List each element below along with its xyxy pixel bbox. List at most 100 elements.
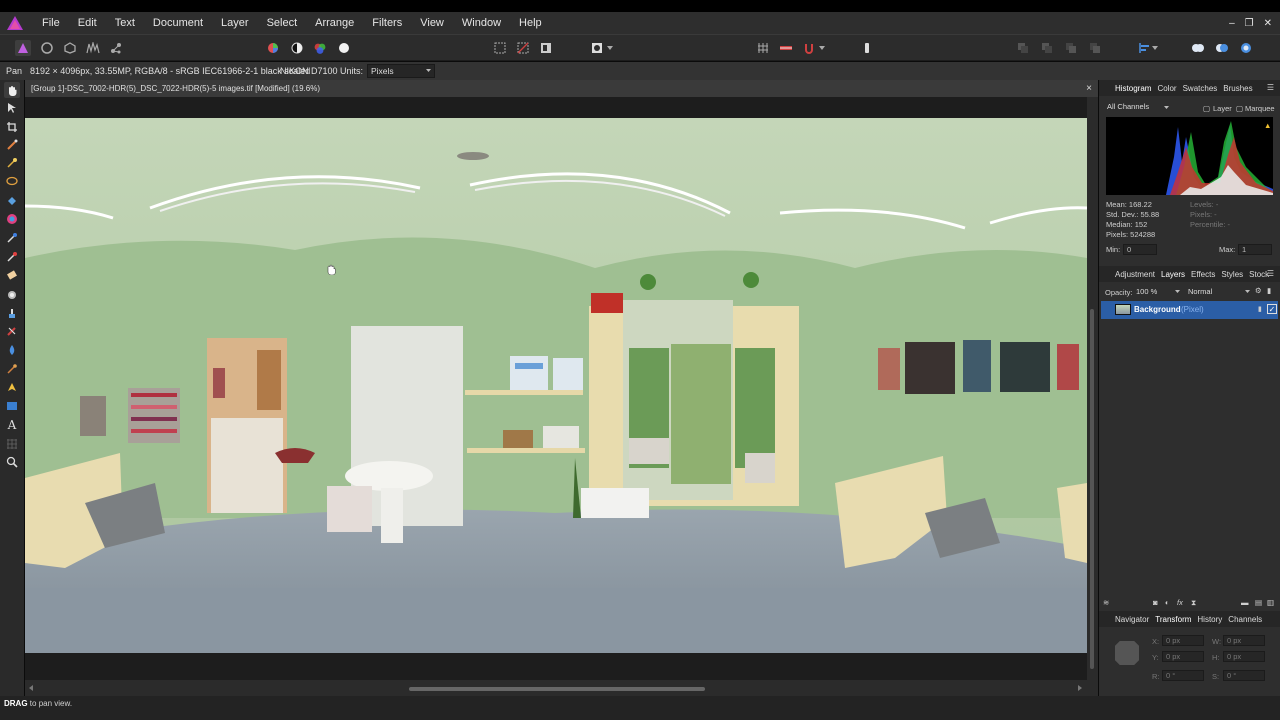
move-tool-icon[interactable] [4, 100, 20, 116]
tab-adjustment[interactable]: Adjustment [1115, 270, 1155, 279]
tab-effects[interactable]: Effects [1191, 270, 1215, 279]
y-field[interactable]: 0 px [1162, 651, 1204, 662]
smudge-tool-icon[interactable] [4, 361, 20, 377]
align-icon[interactable] [1136, 40, 1152, 56]
export-persona-icon[interactable] [108, 40, 124, 56]
menu-text[interactable]: Text [106, 12, 144, 34]
layer-row-background[interactable]: Background (Pixel) ▮ ✓ [1101, 301, 1278, 319]
color-picker-tool-icon[interactable] [4, 211, 20, 227]
menu-window[interactable]: Window [453, 12, 510, 34]
units-select[interactable]: Pixels [367, 64, 435, 78]
text-tool-icon[interactable]: A [4, 417, 20, 433]
deselect-icon[interactable] [515, 40, 531, 56]
x-field[interactable]: 0 px [1162, 635, 1204, 646]
vertical-scroll-thumb[interactable] [1090, 309, 1094, 669]
tab-color[interactable]: Color [1157, 84, 1176, 93]
boolean-intersect-icon[interactable] [1238, 40, 1254, 56]
menu-edit[interactable]: Edit [69, 12, 106, 34]
menu-file[interactable]: File [33, 12, 69, 34]
liquify-persona-icon[interactable] [39, 40, 55, 56]
pen-tool-icon[interactable] [4, 379, 20, 395]
canvas-area[interactable] [25, 97, 1087, 680]
affinity-photo-logo-icon[interactable] [7, 16, 23, 30]
auto-white-balance-icon[interactable] [336, 40, 352, 56]
freehand-select-tool-icon[interactable] [4, 174, 20, 190]
anchor-point-icon[interactable] [1115, 641, 1139, 665]
adjustment-layer-icon[interactable]: ◐ [1165, 598, 1170, 607]
arrange-back-icon[interactable] [1015, 40, 1031, 56]
auto-contrast-icon[interactable] [289, 40, 305, 56]
marquee-checkbox[interactable]: ▢ [1236, 104, 1243, 113]
rectangle-tool-icon[interactable] [4, 398, 20, 414]
live-filter-icon[interactable]: ⧗ [1191, 598, 1196, 608]
horizontal-scroll-thumb[interactable] [409, 687, 705, 691]
tab-transform[interactable]: Transform [1155, 615, 1191, 624]
gear-icon[interactable]: ⚙ [1255, 286, 1262, 295]
maximize-button[interactable]: ❐ [1245, 18, 1254, 29]
scroll-right-icon[interactable] [1078, 685, 1082, 691]
menu-document[interactable]: Document [144, 12, 212, 34]
pan-tool-icon[interactable] [4, 82, 20, 98]
align-dropdown-icon[interactable] [1151, 40, 1159, 56]
tab-swatches[interactable]: Swatches [1183, 84, 1218, 93]
red-eye-tool-icon[interactable] [4, 342, 20, 358]
mesh-warp-tool-icon[interactable] [4, 436, 20, 452]
snapping-magnet-icon[interactable] [801, 40, 817, 56]
menu-filters[interactable]: Filters [363, 12, 411, 34]
auto-colors-icon[interactable] [312, 40, 328, 56]
tab-brushes[interactable]: Brushes [1223, 84, 1252, 93]
flood-fill-tool-icon[interactable] [4, 193, 20, 209]
quick-mask-icon[interactable] [589, 40, 605, 56]
blend-mode-select[interactable]: Normal [1186, 286, 1252, 298]
min-field[interactable]: 0 [1123, 244, 1157, 255]
assistant-icon[interactable] [859, 40, 875, 56]
snapping-dropdown-icon[interactable] [818, 40, 826, 56]
menu-arrange[interactable]: Arrange [306, 12, 363, 34]
h-field[interactable]: 0 px [1223, 651, 1265, 662]
clone-brush-tool-icon[interactable] [4, 305, 20, 321]
fx-icon[interactable]: fx [1177, 598, 1183, 607]
dodge-brush-tool-icon[interactable] [4, 249, 20, 265]
menu-help[interactable]: Help [510, 12, 551, 34]
tab-navigator[interactable]: Navigator [1115, 615, 1149, 624]
trash-icon[interactable]: ▥ [1267, 598, 1274, 607]
develop-persona-icon[interactable] [62, 40, 78, 56]
healing-brush-tool-icon[interactable] [4, 323, 20, 339]
auto-levels-icon[interactable] [265, 40, 281, 56]
layer-lock-icon[interactable]: ▮ [1258, 305, 1262, 313]
menu-layer[interactable]: Layer [212, 12, 258, 34]
invert-selection-icon[interactable] [538, 40, 554, 56]
shear-field[interactable]: 0 ° [1223, 670, 1265, 681]
tone-mapping-persona-icon[interactable] [85, 40, 101, 56]
opacity-field[interactable]: 100 % [1136, 286, 1182, 298]
erase-brush-tool-icon[interactable] [4, 267, 20, 283]
tab-styles[interactable]: Styles [1221, 270, 1243, 279]
quick-mask-dropdown-icon[interactable] [606, 40, 614, 56]
marquee-select-icon[interactable] [492, 40, 508, 56]
layer-options-icon[interactable]: ≋ [1103, 598, 1109, 607]
tab-layers[interactable]: Layers [1161, 270, 1185, 279]
flood-select-tool-icon[interactable] [4, 155, 20, 171]
panel-menu-icon[interactable]: ☰ [1267, 83, 1274, 92]
tab-histogram[interactable]: Histogram [1115, 84, 1151, 93]
rotation-field[interactable]: 0 ° [1162, 670, 1204, 681]
blur-brush-tool-icon[interactable] [4, 286, 20, 302]
canvas-vertical-scrollbar[interactable] [1087, 97, 1098, 680]
zoom-tool-icon[interactable] [4, 454, 20, 470]
menu-select[interactable]: Select [258, 12, 307, 34]
panel-menu-icon[interactable]: ☰ [1267, 269, 1274, 278]
max-field[interactable]: 1 [1238, 244, 1272, 255]
close-document-icon[interactable]: × [1086, 80, 1092, 97]
lock-icon[interactable]: ▮ [1267, 286, 1271, 295]
arrange-forward-icon[interactable] [1063, 40, 1079, 56]
paint-brush-tool-icon[interactable] [4, 230, 20, 246]
snapping-grid-icon[interactable] [755, 40, 771, 56]
folder-icon[interactable]: ▬ [1241, 598, 1249, 607]
w-field[interactable]: 0 px [1223, 635, 1265, 646]
channel-select[interactable]: All Channels [1107, 102, 1171, 114]
selection-brush-tool-icon[interactable] [4, 137, 20, 153]
photo-persona-icon[interactable] [15, 40, 31, 56]
minimize-button[interactable]: – [1229, 18, 1235, 29]
scroll-left-icon[interactable] [29, 685, 33, 691]
layer-checkbox[interactable]: ▢ [1203, 104, 1210, 113]
